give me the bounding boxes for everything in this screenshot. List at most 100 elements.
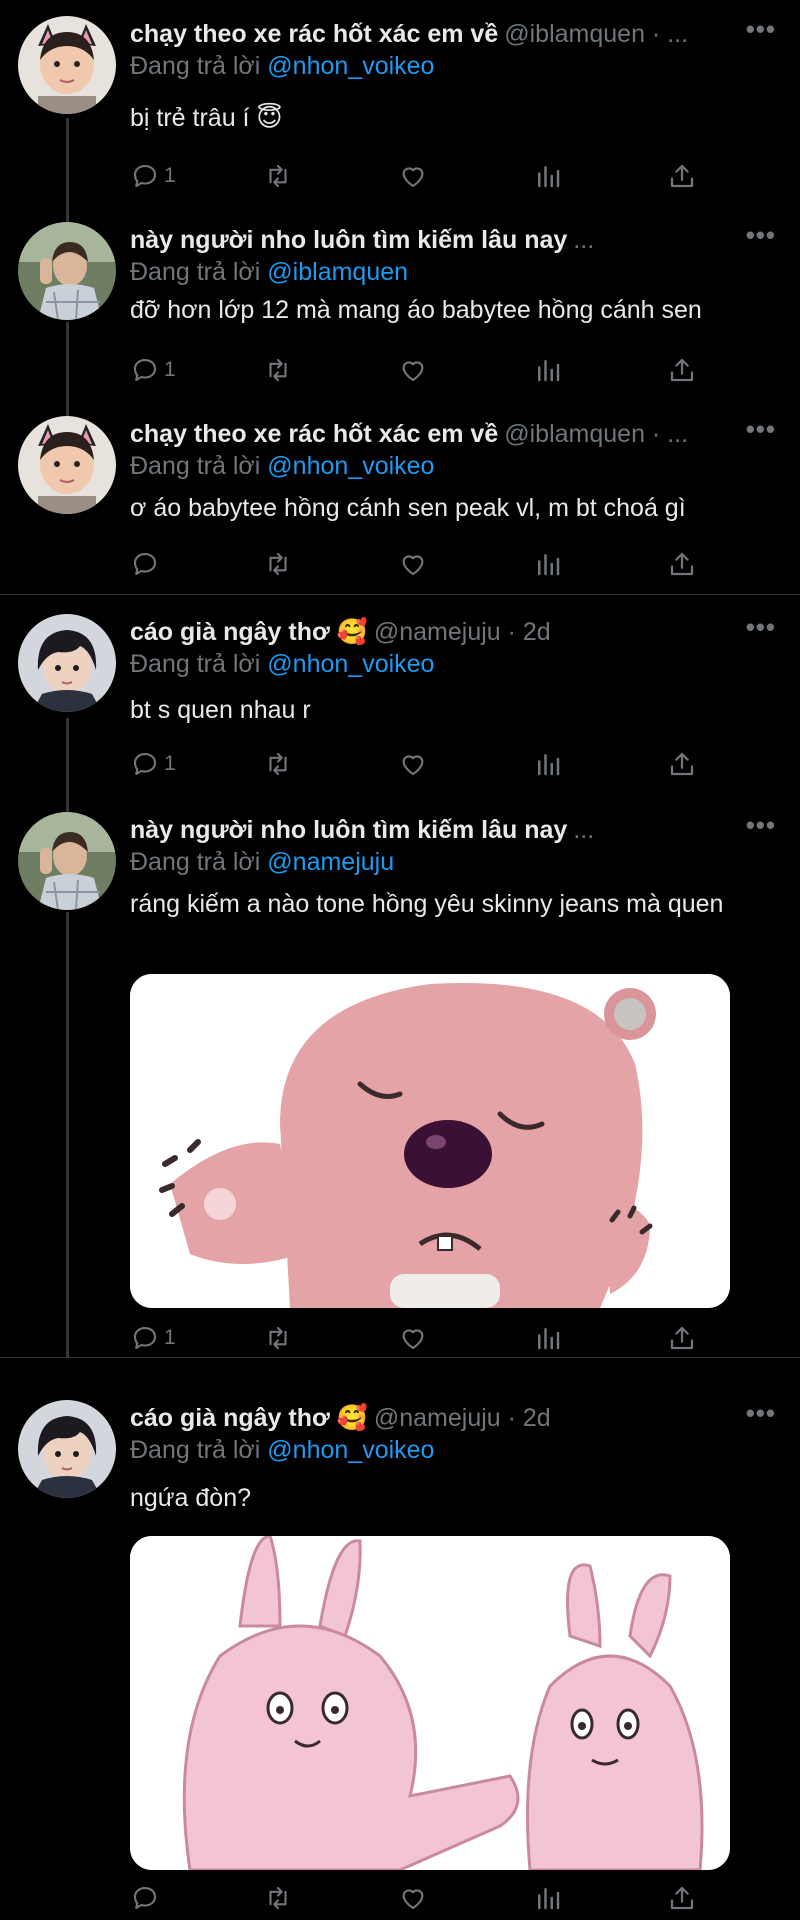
tweet[interactable]: này người nho luôn tìm kiếm lâu nay... •… xyxy=(0,810,800,1352)
username[interactable]: ... xyxy=(573,226,594,254)
username[interactable]: ... xyxy=(573,816,594,844)
reply-mention[interactable]: @nhon_voikeo xyxy=(267,52,434,80)
views-button[interactable] xyxy=(533,1318,563,1358)
replying-to: Đang trả lời @namejuju xyxy=(130,844,394,880)
replying-to: Đang trả lời @nhon_voikeo xyxy=(130,1432,434,1468)
retweet-button[interactable] xyxy=(263,744,293,784)
share-button[interactable] xyxy=(667,156,697,196)
reply-button[interactable] xyxy=(130,544,164,584)
retweet-button[interactable] xyxy=(263,544,293,584)
reply-count: 1 xyxy=(164,358,176,381)
username[interactable]: @namejuju · 2d xyxy=(374,1404,551,1432)
display-name[interactable]: này người nho luôn tìm kiếm lâu nay xyxy=(130,816,567,844)
reply-label: Đang trả lời xyxy=(130,258,261,286)
tweet-text: bt s quen nhau r xyxy=(130,696,311,724)
like-icon xyxy=(398,549,428,579)
username[interactable]: @namejuju · 2d xyxy=(374,618,551,646)
tweet[interactable]: cáo già ngây thơ 🥰 @namejuju · 2d ••• Đan… xyxy=(0,1398,800,1920)
retweet-button[interactable] xyxy=(263,156,293,196)
like-button[interactable] xyxy=(398,1318,428,1358)
avatar[interactable] xyxy=(18,16,116,114)
reply-icon xyxy=(130,1323,160,1353)
username[interactable]: @iblamquen · ... xyxy=(504,420,688,448)
avatar[interactable] xyxy=(18,614,116,712)
reply-button[interactable]: 1 xyxy=(130,744,176,784)
retweet-icon xyxy=(263,1883,293,1913)
more-icon[interactable]: ••• xyxy=(746,414,776,445)
retweet-button[interactable] xyxy=(263,350,293,390)
like-icon xyxy=(398,1323,428,1353)
tweet-image[interactable] xyxy=(130,1536,730,1870)
reply-icon xyxy=(130,1883,160,1913)
tweet-actions: 1 xyxy=(130,350,710,390)
more-icon[interactable]: ••• xyxy=(746,810,776,841)
reply-icon xyxy=(130,549,160,579)
share-icon xyxy=(667,161,697,191)
share-button[interactable] xyxy=(667,1878,697,1918)
share-icon xyxy=(667,1323,697,1353)
more-icon[interactable]: ••• xyxy=(746,612,776,643)
reply-button[interactable] xyxy=(130,1878,164,1918)
views-icon xyxy=(533,749,563,779)
tweet[interactable]: chạy theo xe rác hốt xác em về @iblamquen… xyxy=(0,414,800,592)
reply-mention[interactable]: @namejuju xyxy=(267,848,394,876)
replying-to: Đang trả lời @nhon_voikeo xyxy=(130,448,434,484)
display-name[interactable]: chạy theo xe rác hốt xác em về xyxy=(130,420,498,448)
more-icon[interactable]: ••• xyxy=(746,220,776,251)
views-icon xyxy=(533,1883,563,1913)
more-icon[interactable]: ••• xyxy=(746,1398,776,1429)
like-button[interactable] xyxy=(398,156,428,196)
avatar[interactable] xyxy=(18,1400,116,1498)
reply-mention[interactable]: @nhon_voikeo xyxy=(267,650,434,678)
like-button[interactable] xyxy=(398,350,428,390)
share-button[interactable] xyxy=(667,1318,697,1358)
tweet[interactable]: cáo già ngây thơ 🥰 @namejuju · 2d ••• Đan… xyxy=(0,612,800,798)
username[interactable]: @iblamquen · ... xyxy=(504,20,688,48)
retweet-button[interactable] xyxy=(263,1318,293,1358)
like-button[interactable] xyxy=(398,544,428,584)
display-name[interactable]: cáo già ngây thơ 🥰 xyxy=(130,1404,368,1432)
tweet-header: chạy theo xe rác hốt xác em về @iblamquen… xyxy=(130,16,786,52)
reply-button[interactable]: 1 xyxy=(130,156,176,196)
share-icon xyxy=(667,749,697,779)
display-name[interactable]: cáo già ngây thơ 🥰 xyxy=(130,618,368,646)
like-icon xyxy=(398,355,428,385)
retweet-icon xyxy=(263,749,293,779)
reply-label: Đang trả lời xyxy=(130,848,261,876)
retweet-icon xyxy=(263,549,293,579)
tweet-text: ơ áo babytee hồng cánh sen peak vl, m bt… xyxy=(130,494,686,522)
retweet-button[interactable] xyxy=(263,1878,293,1918)
retweet-icon xyxy=(263,161,293,191)
tweet-text: bị trẻ trâu í 😇 xyxy=(130,104,283,132)
like-button[interactable] xyxy=(398,744,428,784)
retweet-icon xyxy=(263,355,293,385)
reply-mention[interactable]: @iblamquen xyxy=(267,258,408,286)
tweet-image[interactable] xyxy=(130,974,730,1308)
views-button[interactable] xyxy=(533,350,563,390)
views-button[interactable] xyxy=(533,1878,563,1918)
reply-mention[interactable]: @nhon_voikeo xyxy=(267,1436,434,1464)
share-button[interactable] xyxy=(667,350,697,390)
avatar[interactable] xyxy=(18,222,116,320)
views-button[interactable] xyxy=(533,544,563,584)
reply-button[interactable]: 1 xyxy=(130,1318,176,1358)
views-button[interactable] xyxy=(533,744,563,784)
more-icon[interactable]: ••• xyxy=(746,14,776,45)
share-button[interactable] xyxy=(667,744,697,784)
avatar[interactable] xyxy=(18,812,116,910)
tweet[interactable]: này người nho luôn tìm kiếm lâu nay... •… xyxy=(0,220,800,402)
display-name[interactable]: này người nho luôn tìm kiếm lâu nay xyxy=(130,226,567,254)
display-name[interactable]: chạy theo xe rác hốt xác em về xyxy=(130,20,498,48)
views-button[interactable] xyxy=(533,156,563,196)
reply-button[interactable]: 1 xyxy=(130,350,176,390)
replying-to: Đang trả lời @nhon_voikeo xyxy=(130,48,434,84)
reply-count: 1 xyxy=(164,1326,176,1349)
avatar[interactable] xyxy=(18,416,116,514)
tweet-text: ngứa đòn? xyxy=(130,1484,252,1512)
share-button[interactable] xyxy=(667,544,697,584)
tweet[interactable]: chạy theo xe rác hốt xác em về @iblamquen… xyxy=(0,14,800,196)
reply-mention[interactable]: @nhon_voikeo xyxy=(267,452,434,480)
share-icon xyxy=(667,355,697,385)
tweet-actions: 1 xyxy=(130,156,710,196)
like-button[interactable] xyxy=(398,1878,428,1918)
